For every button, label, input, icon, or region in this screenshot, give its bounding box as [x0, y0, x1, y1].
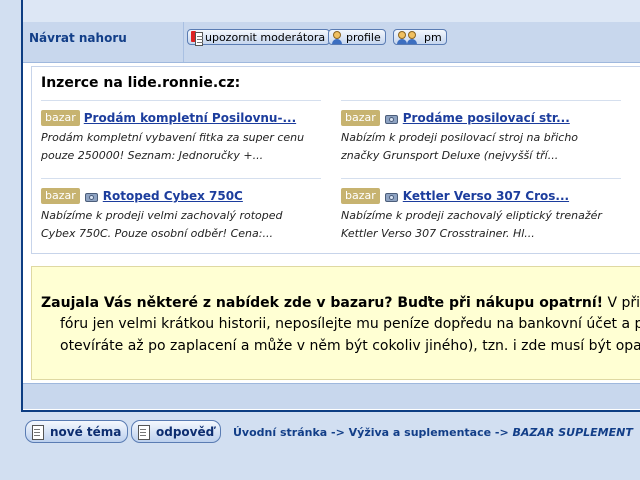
- reply-button[interactable]: odpověď: [131, 420, 222, 443]
- safety-warning-box: Zaujala Vás některé z nabídek zde v baza…: [31, 266, 640, 380]
- report-icon: [190, 30, 203, 46]
- post-nav-row: Návrat nahoru upozornit moderátora profi…: [23, 22, 640, 63]
- warning-line-1: Zaujala Vás některé z nabídek zde v baza…: [41, 295, 640, 311]
- ads-title: Inzerce na lide.ronnie.cz:: [41, 75, 241, 91]
- ad-separator: [41, 100, 321, 101]
- bazar-tag: bazar: [41, 188, 80, 204]
- ad-description: Nabízíme k prodeji velmi zachovalý rotop…: [41, 209, 283, 240]
- pm-button[interactable]: pm: [393, 29, 447, 45]
- ad-separator: [41, 178, 321, 179]
- reply-label: odpověď: [156, 424, 215, 439]
- new-topic-label: nové téma: [50, 424, 122, 439]
- post-nav-left: Návrat nahoru: [23, 22, 184, 62]
- ad-description: Nabízím k prodeji posilovací stroj na bř…: [341, 131, 579, 162]
- forum-frame: Návrat nahoru upozornit moderátora profi…: [21, 0, 640, 412]
- ad-item: bazar Rotoped Cybex 750C Nabízíme k prod…: [41, 178, 323, 243]
- ad-link[interactable]: Rotoped Cybex 750C: [103, 189, 243, 203]
- pm-label: pm: [424, 30, 442, 44]
- profile-icon: [331, 30, 344, 44]
- breadcrumb: Úvodní stránka -> Výživa a suplementace …: [233, 426, 633, 439]
- new-topic-button[interactable]: nové téma: [25, 420, 129, 443]
- report-moderator-button[interactable]: upozornit moderátora: [187, 29, 331, 46]
- ad-item: bazar Kettler Verso 307 Cros... Nabízíme…: [341, 178, 623, 243]
- ad-item: bazar Prodám kompletní Posilovnu-... Pro…: [41, 100, 323, 165]
- breadcrumb-current[interactable]: BAZAR SUPLEMENT: [513, 426, 633, 439]
- ad-description: Nabízíme k prodeji zachovalý eliptický t…: [341, 209, 602, 240]
- profile-button[interactable]: profile: [328, 29, 386, 45]
- camera-icon: [384, 112, 399, 125]
- profile-label: profile: [346, 30, 381, 44]
- breadcrumb-home[interactable]: Úvodní stránka: [233, 426, 327, 439]
- ad-description: Prodám kompletní vybavení fitka za super…: [41, 131, 305, 162]
- ads-box: Inzerce na lide.ronnie.cz: bazar Prodám …: [31, 66, 640, 254]
- document-icon: [136, 424, 152, 440]
- ad-separator: [341, 178, 621, 179]
- pm-icon: [396, 30, 422, 44]
- ad-link[interactable]: Prodám kompletní Posilovnu-...: [84, 111, 296, 125]
- bazar-tag: bazar: [41, 110, 80, 126]
- footer-strip: [23, 383, 640, 409]
- top-strip: [23, 0, 640, 23]
- bazar-tag: bazar: [341, 188, 380, 204]
- bazar-tag: bazar: [341, 110, 380, 126]
- warning-line-3: otevíráte až po zaplacení a může v něm b…: [60, 338, 640, 354]
- breadcrumb-section[interactable]: Výživa a suplementace: [349, 426, 491, 439]
- report-moderator-label: upozornit moderátora: [205, 30, 326, 44]
- document-icon: [30, 424, 46, 440]
- ad-link[interactable]: Prodáme posilovací str...: [403, 111, 570, 125]
- warning-line-2: fóru jen velmi krátkou historii, neposíl…: [60, 316, 640, 332]
- ad-separator: [341, 100, 621, 101]
- camera-icon: [84, 190, 99, 203]
- camera-icon: [384, 190, 399, 203]
- ad-item: bazar Prodáme posilovací str... Nabízím …: [341, 100, 623, 165]
- ad-link[interactable]: Kettler Verso 307 Cros...: [403, 189, 569, 203]
- back-to-top-link[interactable]: Návrat nahoru: [29, 31, 127, 45]
